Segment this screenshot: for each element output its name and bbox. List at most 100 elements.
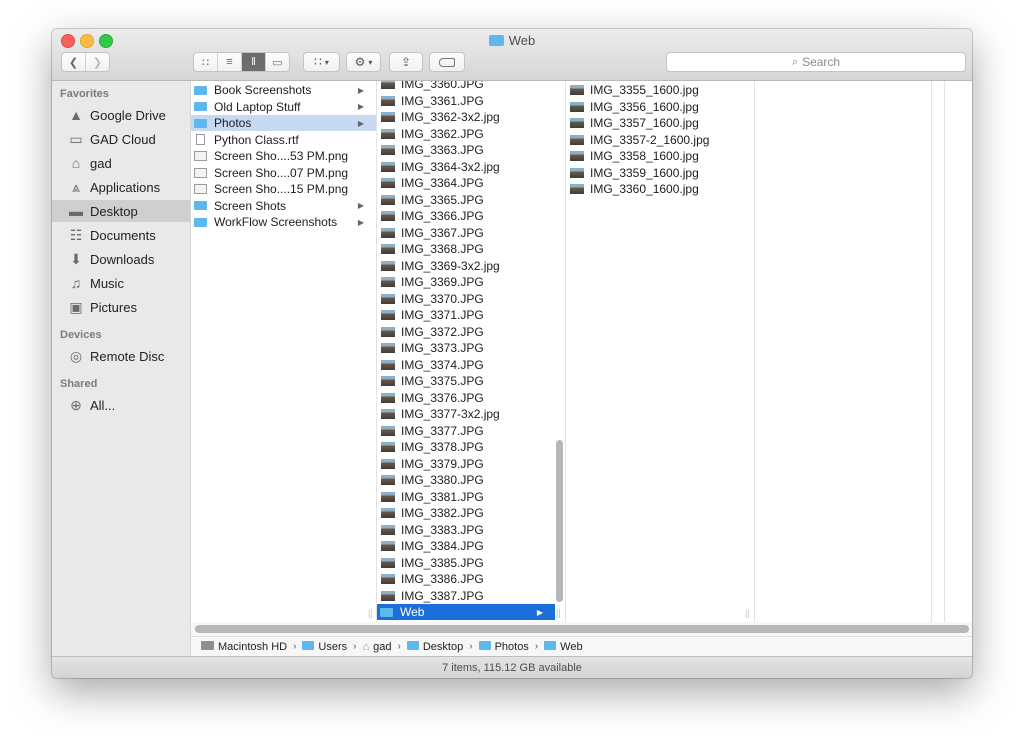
list-item[interactable]: Python Class.rtf [191, 132, 376, 148]
list-item-label: IMG_3368.JPG [401, 242, 484, 256]
list-item[interactable]: IMG_3379.JPG [377, 456, 555, 472]
sidebar-item-desktop[interactable]: ▬ Desktop [52, 200, 190, 222]
sidebar-item-google-drive[interactable]: ▲ Google Drive [52, 104, 190, 126]
list-item[interactable]: Old Laptop Stuff ▶ [191, 99, 376, 115]
list-item-label: IMG_3369.JPG [401, 275, 484, 289]
list-item[interactable]: IMG_3364.JPG [377, 175, 555, 191]
list-item[interactable]: IMG_3383.JPG [377, 522, 555, 538]
list-item[interactable]: IMG_3368.JPG [377, 241, 555, 257]
gear-icon: ⚙ [354, 55, 366, 69]
list-item[interactable]: IMG_3384.JPG [377, 538, 555, 554]
list-item[interactable]: Screen Sho....53 PM.png [191, 148, 376, 164]
arrange-button[interactable]: ∷ ▾ [303, 52, 340, 72]
list-item[interactable]: IMG_3370.JPG [377, 291, 555, 307]
path-segment[interactable]: Users [302, 640, 348, 653]
list-item[interactable]: IMG_3377-3x2.jpg [377, 406, 555, 422]
list-item[interactable]: IMG_3364-3x2.jpg [377, 159, 555, 175]
list-item[interactable]: IMG_3373.JPG [377, 340, 555, 356]
list-item[interactable]: IMG_3369.JPG [377, 274, 555, 290]
path-segment[interactable]: Macintosh HD [201, 640, 287, 653]
list-item[interactable]: IMG_3377.JPG [377, 423, 555, 439]
list-item[interactable]: IMG_3376.JPG [377, 390, 555, 406]
list-item[interactable]: Screen Shots ▶ [191, 198, 376, 214]
list-item-label: IMG_3381.JPG [401, 489, 484, 504]
sidebar-item-gad-cloud[interactable]: ▭ GAD Cloud [52, 128, 190, 150]
list-item[interactable]: IMG_3355_1600.jpg [566, 82, 754, 98]
path-segment[interactable]: Photos [478, 640, 529, 653]
list-item[interactable]: IMG_3372.JPG [377, 324, 555, 340]
list-item[interactable]: IMG_3360.JPG [377, 81, 555, 92]
back-button[interactable]: ❮ [62, 53, 86, 71]
sidebar-item-remote-disc[interactable]: ◎ Remote Disc [52, 345, 190, 367]
list-item[interactable]: IMG_3363.JPG [377, 142, 555, 158]
list-item[interactable]: IMG_3357_1600.jpg [566, 115, 754, 131]
column-resize-handle[interactable]: || [368, 608, 373, 618]
path-segment[interactable]: Web [544, 640, 583, 653]
list-item[interactable]: Photos ▶ [191, 115, 376, 131]
image-thumbnail-icon [381, 359, 395, 370]
list-item[interactable]: IMG_3378.JPG [377, 439, 555, 455]
column-resize-handle[interactable]: || [556, 608, 561, 618]
column-scrollbar[interactable] [556, 440, 563, 602]
list-item-label: Photos [214, 116, 252, 130]
list-item-label: IMG_3376.JPG [401, 390, 484, 405]
sidebar-item-music[interactable]: ♫ Music [52, 272, 190, 294]
list-item[interactable]: IMG_3365.JPG [377, 192, 555, 208]
list-item[interactable]: IMG_3357-2_1600.jpg [566, 132, 754, 148]
list-item[interactable]: IMG_3367.JPG [377, 225, 555, 241]
list-item-label: IMG_3365.JPG [401, 192, 484, 207]
sidebar-item-documents[interactable]: ☷ Documents [52, 224, 190, 246]
path-segment[interactable]: ⌂ gad [363, 641, 392, 653]
list-item[interactable]: IMG_3361.JPG [377, 93, 555, 109]
action-button[interactable]: ⚙ ▾ [346, 52, 381, 72]
path-segment[interactable]: Desktop [406, 640, 463, 653]
list-item[interactable]: IMG_3369-3x2.jpg [377, 258, 555, 274]
list-item[interactable]: Screen Sho....15 PM.png [191, 181, 376, 197]
sidebar-item-downloads[interactable]: ⬇ Downloads [52, 248, 190, 270]
sidebar-item-applications[interactable]: ⩓ Applications [52, 176, 190, 198]
list-item[interactable]: IMG_3375.JPG [377, 373, 555, 389]
icon-view-button[interactable]: ∷ [194, 53, 218, 71]
list-item[interactable]: IMG_3362.JPG [377, 126, 555, 142]
list-item[interactable]: IMG_3362-3x2.jpg [377, 109, 555, 125]
list-item[interactable]: IMG_3371.JPG [377, 307, 555, 323]
list-item-label: IMG_3358_1600.jpg [590, 149, 699, 163]
window-title-text: Web [508, 33, 536, 48]
sidebar-item-gad[interactable]: ⌂ gad [52, 152, 190, 174]
sidebar-item-all-shared[interactable]: ⊕ All... [52, 394, 190, 416]
list-item[interactable]: IMG_3387.JPG [377, 588, 555, 604]
sidebar-item-pictures[interactable]: ▣ Pictures [52, 296, 190, 318]
tags-button[interactable] [429, 52, 465, 72]
list-item[interactable]: IMG_3374.JPG [377, 357, 555, 373]
image-thumbnail-icon [381, 326, 395, 337]
list-item-web[interactable]: Web ▶ [377, 604, 555, 620]
column-view-button[interactable]: ‖ [242, 53, 266, 71]
cover-flow-button[interactable]: ▭ [266, 53, 289, 71]
list-item[interactable]: IMG_3381.JPG [377, 489, 555, 505]
list-item[interactable]: IMG_3360_1600.jpg [566, 181, 754, 197]
list-item[interactable]: IMG_3385.JPG [377, 555, 555, 571]
list-item-label: IMG_3360.JPG [401, 81, 484, 91]
chevron-down-icon: ▾ [324, 57, 329, 67]
path-segment-label: Web [560, 640, 583, 653]
list-item[interactable]: IMG_3386.JPG [377, 571, 555, 587]
share-button[interactable]: ⇪ [389, 52, 423, 72]
path-segment-label: Users [318, 640, 348, 653]
image-thumbnail-icon [381, 310, 395, 320]
sidebar-section-shared: Shared [60, 378, 98, 390]
horizontal-scrollbar[interactable] [195, 625, 969, 633]
forward-button[interactable]: ❯ [86, 53, 109, 71]
list-view-button[interactable]: ≡ [218, 53, 242, 71]
list-item[interactable]: Book Screenshots ▶ [191, 82, 376, 98]
column-resize-handle[interactable]: || [745, 608, 750, 618]
list-item[interactable]: IMG_3359_1600.jpg [566, 165, 754, 181]
list-item[interactable]: IMG_3358_1600.jpg [566, 148, 754, 164]
list-item[interactable]: IMG_3382.JPG [377, 505, 555, 521]
list-item[interactable]: Screen Sho....07 PM.png [191, 165, 376, 181]
list-item[interactable]: IMG_3366.JPG [377, 208, 555, 224]
list-item[interactable]: IMG_3380.JPG [377, 472, 555, 488]
list-item[interactable]: IMG_3356_1600.jpg [566, 99, 754, 115]
list-item[interactable]: WorkFlow Screenshots ▶ [191, 214, 376, 230]
search-field[interactable]: ⌕ Search [666, 52, 966, 72]
pictures-icon: ▣ [69, 298, 83, 315]
